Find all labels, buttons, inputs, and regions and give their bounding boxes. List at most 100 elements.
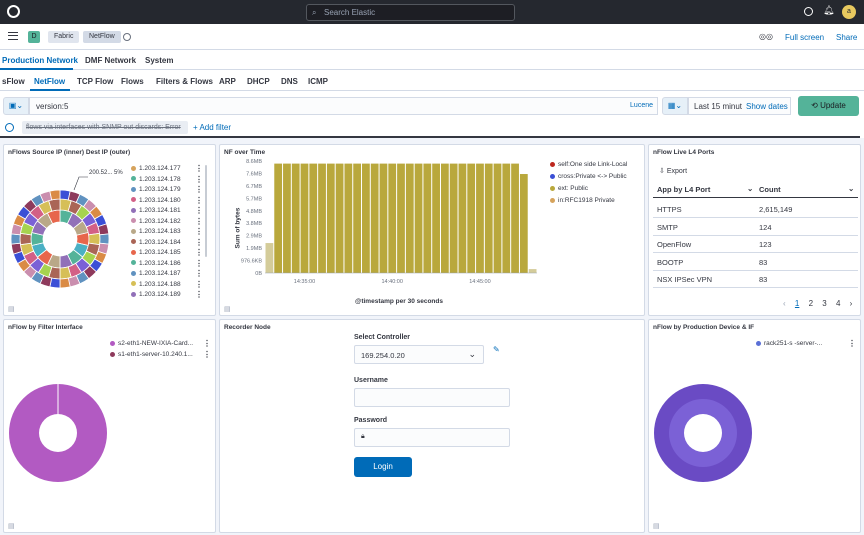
chart-bar[interactable] <box>326 163 335 273</box>
full-screen-link[interactable]: Full screen <box>785 33 824 42</box>
time-range-display[interactable]: Last 15 minut Show dates <box>688 97 791 115</box>
chart-bar[interactable] <box>458 163 467 273</box>
legend-options-icon[interactable]: ⋮ <box>195 185 203 194</box>
legend-item[interactable]: 1.203.124.185 <box>131 249 181 256</box>
legend-options-icon[interactable]: ⋮ <box>195 238 203 247</box>
query-language-button[interactable]: Lucene <box>630 102 653 109</box>
controller-select[interactable]: 169.254.0.20 ⌄ <box>354 345 484 364</box>
chart-bar[interactable] <box>519 174 528 273</box>
legend-options-icon[interactable]: ⋮ <box>195 259 203 268</box>
tab-netflow[interactable]: NetFlow <box>34 77 65 86</box>
chart-bar[interactable] <box>476 163 484 273</box>
legend-item[interactable]: 1.203.124.179 <box>131 186 181 193</box>
legend-item[interactable]: 1.203.124.181 <box>131 207 181 214</box>
chart-bar[interactable] <box>309 163 318 273</box>
recent-history-icon[interactable] <box>123 33 131 41</box>
legend-options-icon[interactable]: ⋮ <box>195 269 203 278</box>
chart-bar[interactable] <box>423 163 432 273</box>
chart-bar[interactable] <box>370 163 379 273</box>
legend-options-icon[interactable]: ⋮ <box>195 206 203 215</box>
tab-dhcp[interactable]: DHCP <box>247 77 270 86</box>
legend-options-icon[interactable]: ⋮ <box>195 175 203 184</box>
chart-bar[interactable] <box>300 163 309 273</box>
legend-item[interactable]: 1.203.124.187 <box>131 270 181 277</box>
sunburst-segment[interactable] <box>99 233 110 245</box>
legend-options-icon[interactable]: ⋮ <box>195 164 203 173</box>
tab-tcp-flow[interactable]: TCP Flow <box>77 77 113 86</box>
legend-item[interactable]: 1.203.124.183 <box>131 228 181 235</box>
chart-bar[interactable] <box>318 163 326 273</box>
legend-item[interactable]: self:One side Link-Local <box>550 161 627 168</box>
sunburst-segment[interactable] <box>49 189 61 201</box>
notifications-icon[interactable]: 🔔︎ <box>823 5 834 16</box>
chart-bar[interactable] <box>502 163 511 273</box>
chart-bar[interactable] <box>379 163 388 273</box>
chart-bar[interactable] <box>484 163 493 273</box>
chart-bar[interactable] <box>265 243 274 273</box>
legend-item[interactable]: 1.203.124.188 <box>131 281 181 288</box>
chart-bar[interactable] <box>362 163 370 273</box>
page-1[interactable]: 1 <box>795 299 799 308</box>
chart-bar[interactable] <box>335 163 344 273</box>
glasses-icon[interactable]: ◎◎ <box>759 32 773 41</box>
prev-page-icon[interactable]: ‹ <box>783 299 786 308</box>
chart-bar[interactable] <box>467 163 476 273</box>
breadcrumb-fabric[interactable]: Fabric <box>48 31 80 43</box>
legend-item[interactable]: 1.203.124.189 <box>131 291 181 298</box>
query-input[interactable]: version:5 Lucene <box>29 97 658 115</box>
legend-scrollbar[interactable] <box>205 165 207 257</box>
tab-filters-flows[interactable]: Filters & Flows <box>156 77 213 86</box>
tab-arp[interactable]: ARP <box>219 77 236 86</box>
help-icon[interactable] <box>804 7 813 16</box>
tab-sflow[interactable]: sFlow <box>2 77 25 86</box>
chart-bar[interactable] <box>528 269 537 273</box>
legend-item[interactable]: 1.203.124.182 <box>131 218 181 225</box>
chart-bar[interactable] <box>432 163 440 273</box>
legend-item[interactable]: ext: Public <box>550 185 588 192</box>
chart-bar[interactable] <box>397 163 405 273</box>
username-field[interactable] <box>354 388 510 407</box>
elastic-logo-icon[interactable] <box>7 5 20 18</box>
update-button[interactable]: ⟲ Update <box>798 96 859 116</box>
page-2[interactable]: 2 <box>809 299 813 308</box>
tab-system[interactable]: System <box>145 56 173 65</box>
show-dates-link[interactable]: Show dates <box>746 102 788 111</box>
panel-info-icon[interactable]: ▤ <box>8 522 15 530</box>
chart-bar[interactable] <box>440 163 449 273</box>
filter-options-icon[interactable] <box>5 123 14 132</box>
share-link[interactable]: Share <box>836 33 857 42</box>
legend-item[interactable]: 1.203.124.177 <box>131 165 181 172</box>
legend-options-icon[interactable]: ⋮ <box>195 217 203 226</box>
chart-bar[interactable] <box>353 163 362 273</box>
chart-bar[interactable] <box>291 163 300 273</box>
legend-item[interactable]: 1.203.124.178 <box>131 176 181 183</box>
legend-options-icon[interactable]: ⋮ <box>195 196 203 205</box>
chart-bar[interactable] <box>511 163 519 273</box>
global-search-input[interactable]: ⌕ Search Elastic <box>306 4 515 21</box>
add-filter-button[interactable]: + Add filter <box>193 123 231 132</box>
tab-dmf-network[interactable]: DMF Network <box>85 56 136 65</box>
panel-info-icon[interactable]: ▤ <box>8 305 15 313</box>
panel-info-icon[interactable]: ▤ <box>224 305 231 313</box>
sort-icon[interactable]: ⌄ <box>747 184 753 193</box>
chart-bar[interactable] <box>405 163 414 273</box>
sunburst-segment[interactable] <box>10 233 21 245</box>
chart-bar[interactable] <box>274 163 283 273</box>
column-header-count[interactable]: Count <box>759 185 781 194</box>
page-3[interactable]: 3 <box>822 299 826 308</box>
tab-flows[interactable]: Flows <box>121 77 144 86</box>
page-4[interactable]: 4 <box>836 299 840 308</box>
legend-options-icon[interactable]: ⋮ <box>195 290 203 299</box>
legend-options-icon[interactable]: ⋮ <box>195 248 203 257</box>
filter-pill[interactable]: flows via interfaces with SNMP out disca… <box>22 121 188 134</box>
legend-options-icon[interactable]: ⋮ <box>195 280 203 289</box>
chart-bar[interactable] <box>493 163 502 273</box>
space-avatar[interactable]: D <box>28 31 40 43</box>
legend-item[interactable]: 1.203.124.184 <box>131 239 181 246</box>
panel-info-icon[interactable]: ▤ <box>653 522 660 530</box>
tab-production-network[interactable]: Production Network <box>2 56 78 65</box>
saved-query-button[interactable]: ▣⌄ <box>3 97 29 115</box>
legend-item[interactable]: cross:Private <-> Public <box>550 173 627 180</box>
login-button[interactable]: Login <box>354 457 412 477</box>
avatar[interactable]: a <box>842 5 856 19</box>
